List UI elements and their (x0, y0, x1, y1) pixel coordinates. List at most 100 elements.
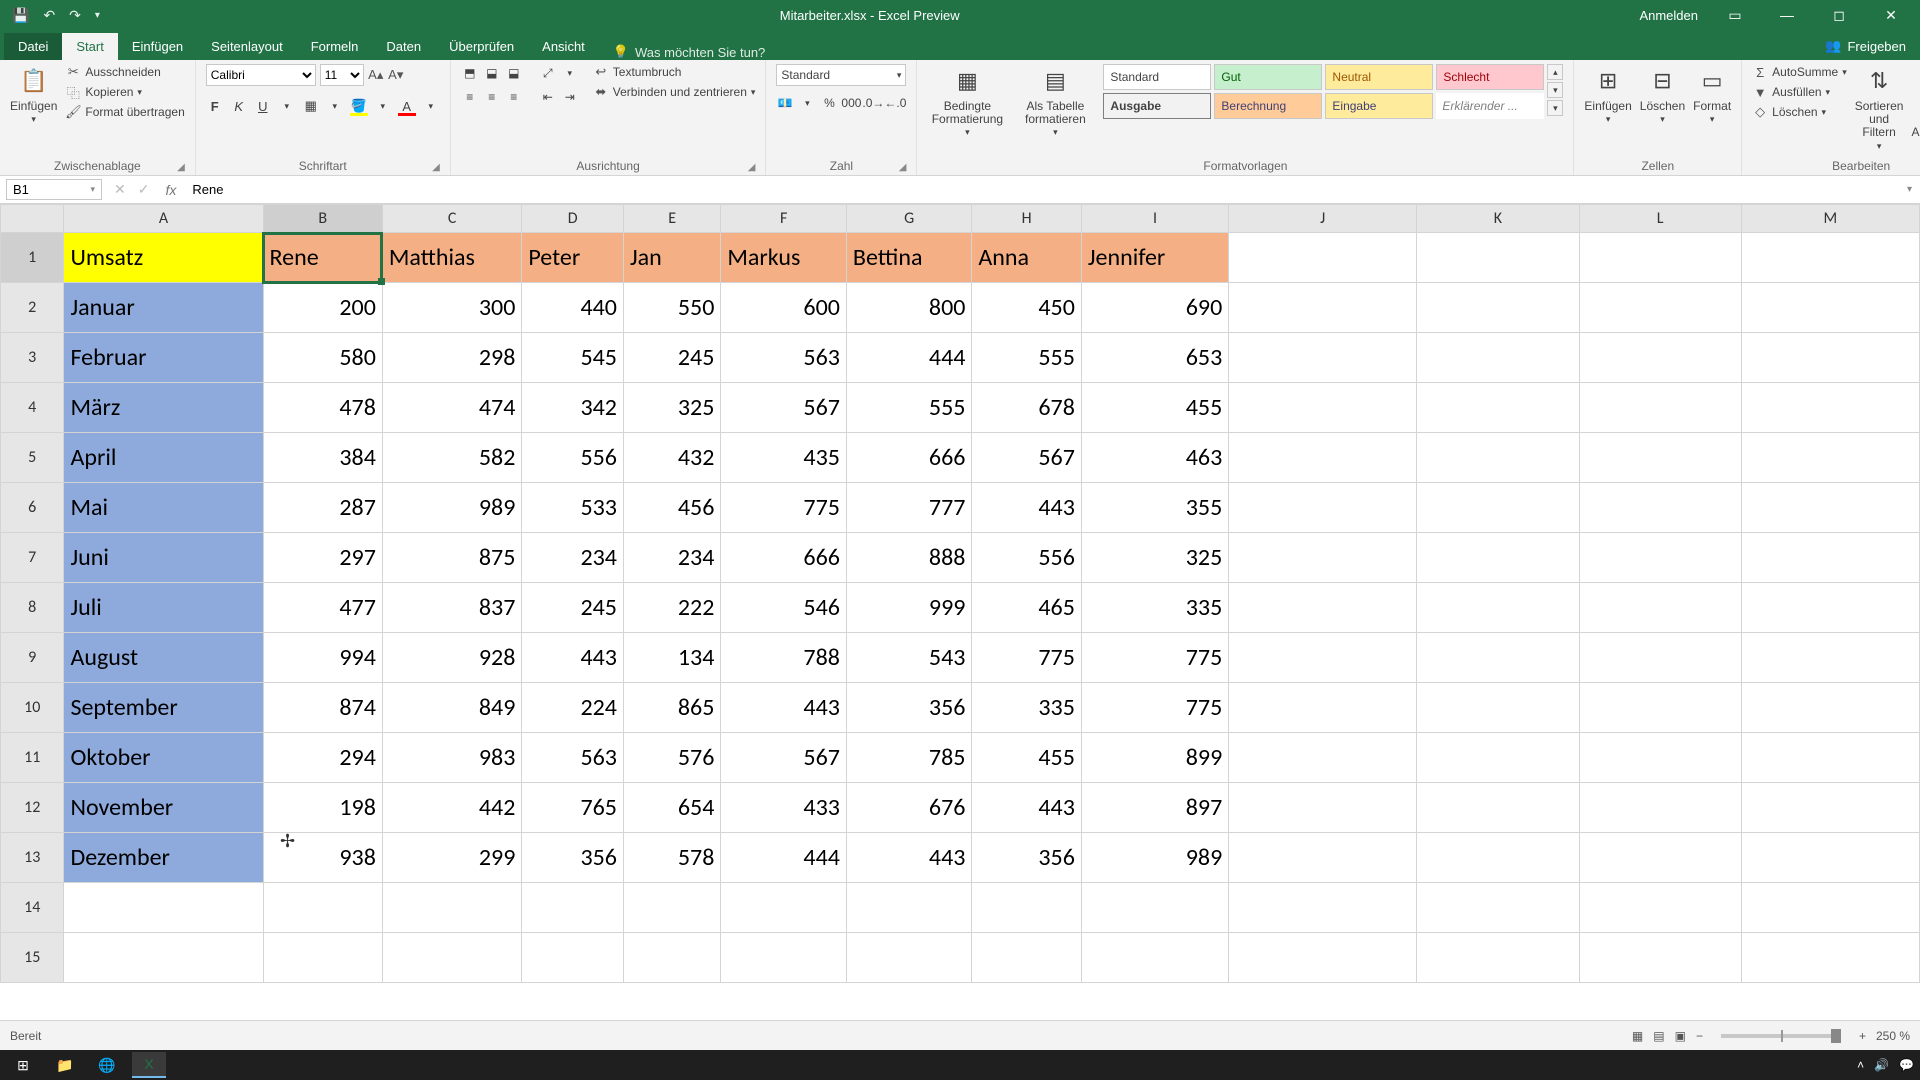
clear-button[interactable]: ◇Löschen▾ (1752, 104, 1847, 120)
cell-B5[interactable]: 384 (263, 433, 382, 483)
cell-D2[interactable]: 440 (522, 283, 624, 333)
dialog-launcher-icon[interactable]: ◢ (748, 162, 756, 173)
cell-H12[interactable]: 443 (972, 783, 1081, 833)
cell-M12[interactable] (1741, 783, 1919, 833)
find-select-button[interactable]: 🔍Suchen und Auswählen▾ (1911, 64, 1920, 151)
column-header-H[interactable]: H (972, 205, 1081, 233)
cell-E3[interactable]: 245 (623, 333, 720, 383)
cell-E9[interactable]: 134 (623, 633, 720, 683)
fx-icon[interactable]: fx (155, 182, 186, 198)
cell-L10[interactable] (1579, 683, 1741, 733)
cell-I12[interactable]: 897 (1081, 783, 1228, 833)
tab-review[interactable]: Überprüfen (435, 33, 528, 60)
row-header-11[interactable]: 11 (1, 733, 64, 783)
cell-M13[interactable] (1741, 833, 1919, 883)
cell-styles-gallery[interactable]: Standard Gut Neutral Ausgabe Berechnung … (1103, 64, 1433, 119)
cell-C4[interactable]: 474 (382, 383, 522, 433)
tab-data[interactable]: Daten (372, 33, 435, 60)
style-eingabe[interactable]: Eingabe (1325, 93, 1433, 119)
cell-E8[interactable]: 222 (623, 583, 720, 633)
cell-M2[interactable] (1741, 283, 1919, 333)
cell-F7[interactable]: 666 (721, 533, 847, 583)
cell-J7[interactable] (1229, 533, 1417, 583)
underline-button[interactable]: U (254, 99, 272, 114)
format-painter-button[interactable]: 🖌Format übertragen (65, 104, 184, 120)
cell-G5[interactable]: 666 (846, 433, 972, 483)
cell-C8[interactable]: 837 (382, 583, 522, 633)
cell-L11[interactable] (1579, 733, 1741, 783)
cell-I13[interactable]: 989 (1081, 833, 1228, 883)
cell-D11[interactable]: 563 (522, 733, 624, 783)
signin-link[interactable]: Anmelden (1639, 8, 1698, 23)
cell-G6[interactable]: 777 (846, 483, 972, 533)
font-name-select[interactable]: Calibri (206, 64, 316, 86)
row-header-10[interactable]: 10 (1, 683, 64, 733)
cell-K14[interactable] (1417, 883, 1579, 933)
cell-F4[interactable]: 567 (721, 383, 847, 433)
cell-L15[interactable] (1579, 933, 1741, 983)
cell-D12[interactable]: 765 (522, 783, 624, 833)
cell-J8[interactable] (1229, 583, 1417, 633)
border-button[interactable]: ▦ (302, 98, 320, 114)
cell-I14[interactable] (1081, 883, 1228, 933)
cell-C3[interactable]: 298 (382, 333, 522, 383)
column-header-A[interactable]: A (64, 205, 263, 233)
tab-insert[interactable]: Einfügen (118, 33, 197, 60)
column-header-B[interactable]: B (263, 205, 382, 233)
formula-input[interactable]: Rene (186, 182, 1899, 197)
cell-B6[interactable]: 287 (263, 483, 382, 533)
cell-B15[interactable] (263, 933, 382, 983)
italic-button[interactable]: K (230, 99, 248, 114)
minimize-button[interactable]: — (1772, 7, 1802, 23)
cell-E15[interactable] (623, 933, 720, 983)
cell-M14[interactable] (1741, 883, 1919, 933)
name-box[interactable]: B1▾ (6, 179, 102, 200)
qat-customize-icon[interactable]: ▾ (95, 10, 100, 21)
cell-J1[interactable] (1229, 233, 1417, 283)
cell-G2[interactable]: 800 (846, 283, 972, 333)
cell-A11[interactable]: Oktober (64, 733, 263, 783)
cell-A9[interactable]: August (64, 633, 263, 683)
cell-C2[interactable]: 300 (382, 283, 522, 333)
cell-A4[interactable]: März (64, 383, 263, 433)
cell-K1[interactable] (1417, 233, 1579, 283)
style-neutral[interactable]: Neutral (1325, 64, 1433, 90)
cell-L8[interactable] (1579, 583, 1741, 633)
cell-C13[interactable]: 299 (382, 833, 522, 883)
cell-H6[interactable]: 443 (972, 483, 1081, 533)
cell-I10[interactable]: 775 (1081, 683, 1228, 733)
cell-M4[interactable] (1741, 383, 1919, 433)
excel-taskbar-icon[interactable]: X (132, 1052, 166, 1078)
cell-D6[interactable]: 533 (522, 483, 624, 533)
percent-icon[interactable]: % (820, 94, 838, 112)
row-header-5[interactable]: 5 (1, 433, 64, 483)
cell-F13[interactable]: 444 (721, 833, 847, 883)
dialog-launcher-icon[interactable]: ◢ (432, 162, 440, 173)
cell-E2[interactable]: 550 (623, 283, 720, 333)
cell-G15[interactable] (846, 933, 972, 983)
paste-button[interactable]: 📋 Einfügen ▾ (10, 64, 57, 125)
align-right-icon[interactable]: ≡ (505, 88, 523, 106)
cell-G9[interactable]: 543 (846, 633, 972, 683)
cell-I5[interactable]: 463 (1081, 433, 1228, 483)
cell-D3[interactable]: 545 (522, 333, 624, 383)
column-header-G[interactable]: G (846, 205, 972, 233)
cell-I11[interactable]: 899 (1081, 733, 1228, 783)
comma-icon[interactable]: 000 (842, 94, 860, 112)
view-pagebreak-icon[interactable]: ▣ (1675, 1029, 1686, 1043)
column-header-I[interactable]: I (1081, 205, 1228, 233)
cell-M15[interactable] (1741, 933, 1919, 983)
cell-D4[interactable]: 342 (522, 383, 624, 433)
fill-color-button[interactable]: 🪣 (350, 98, 368, 114)
row-header-12[interactable]: 12 (1, 783, 64, 833)
align-middle-icon[interactable]: ⬓ (483, 64, 501, 82)
cell-K6[interactable] (1417, 483, 1579, 533)
gallery-down-icon[interactable]: ▾ (1547, 82, 1563, 98)
wrap-text-button[interactable]: ↩Textumbruch (593, 64, 756, 80)
cell-G10[interactable]: 356 (846, 683, 972, 733)
spreadsheet-grid[interactable]: ABCDEFGHIJKLM1UmsatzReneMatthiasPeterJan… (0, 204, 1920, 1024)
align-bottom-icon[interactable]: ⬓ (505, 64, 523, 82)
column-header-E[interactable]: E (623, 205, 720, 233)
cell-D8[interactable]: 245 (522, 583, 624, 633)
cell-G7[interactable]: 888 (846, 533, 972, 583)
